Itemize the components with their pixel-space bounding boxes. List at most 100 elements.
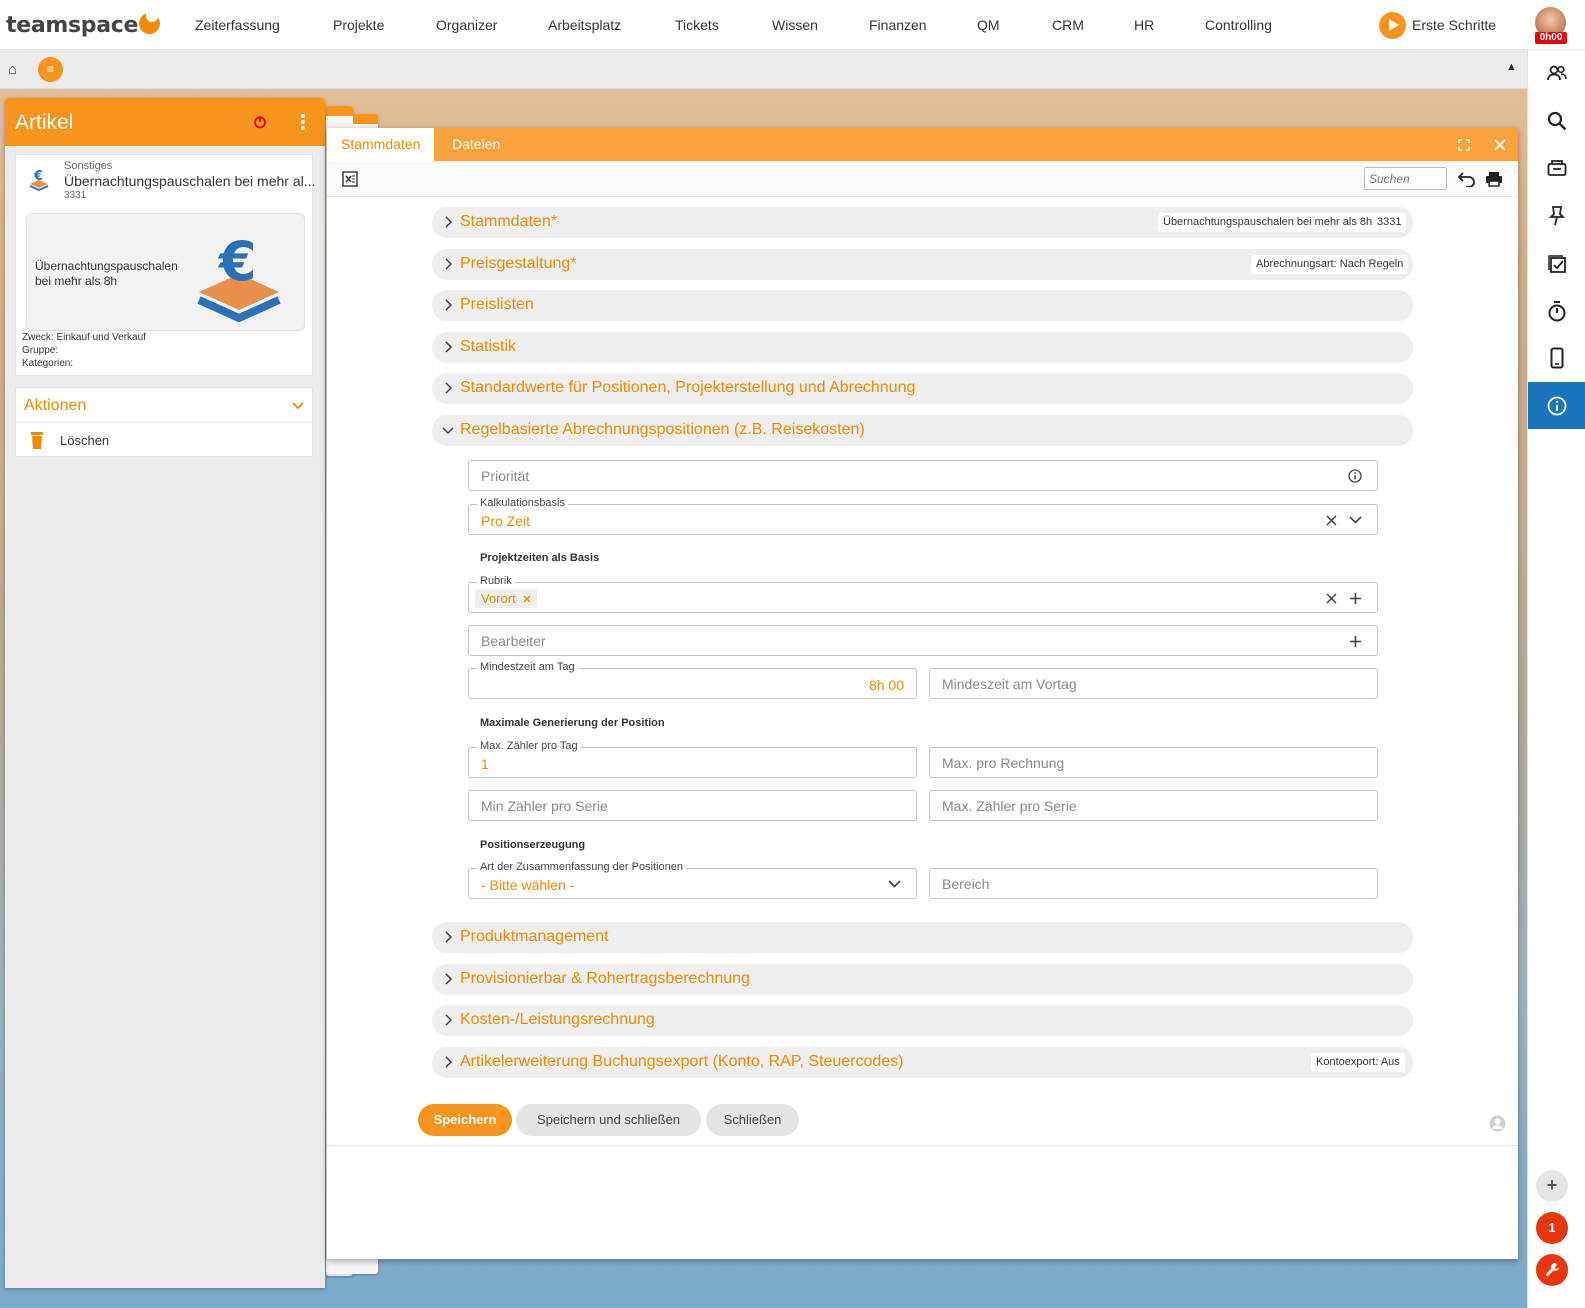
info-icon[interactable]	[1348, 469, 1362, 483]
save-button[interactable]: Speichern	[418, 1104, 512, 1136]
nav-crm[interactable]: CRM	[1052, 17, 1084, 33]
bearbeiter-field[interactable]: Bearbeiter	[468, 625, 1378, 656]
time-tracking-badge[interactable]: 0h00	[1535, 32, 1567, 44]
zusammenfassung-label: Art der Zusammenfassung der Positionen	[477, 861, 686, 873]
section-preisgestaltung[interactable]: Preisgestaltung* Abrechnungsart: Nach Re…	[432, 249, 1413, 280]
mindestzeit-field[interactable]: Mindestzeit am Tag 8h 00	[468, 661, 917, 699]
nav-tickets[interactable]: Tickets	[675, 17, 719, 33]
euro-stack-icon: €	[197, 230, 281, 322]
chevron-down-icon[interactable]	[888, 880, 901, 888]
power-icon[interactable]	[253, 115, 267, 129]
more-vertical-icon[interactable]	[300, 113, 306, 131]
undo-icon[interactable]	[1458, 171, 1476, 187]
house-icon[interactable]: ⌂	[8, 61, 17, 78]
max-zaehler-serie-field[interactable]: Max. Zähler pro Serie	[929, 790, 1378, 821]
kalkulationsbasis-select[interactable]: Kalkulationsbasis Pro Zeit	[468, 497, 1378, 535]
add-widget-icon[interactable]: +	[1536, 1170, 1568, 1202]
min-zaehler-serie-field[interactable]: Min Zähler pro Serie	[468, 790, 917, 821]
rubrik-chip[interactable]: Vorort	[475, 589, 537, 608]
tab-stammdaten[interactable]: Stammdaten	[327, 128, 435, 161]
max-zaehler-tag-field[interactable]: Max. Zähler pro Tag 1	[468, 740, 917, 778]
prioritaet-field[interactable]: Priorität	[468, 460, 1378, 491]
search-icon[interactable]	[1528, 103, 1585, 139]
section-stammdaten[interactable]: Stammdaten* Übernachtungspauschalen bei …	[432, 207, 1413, 238]
inbox-icon[interactable]	[1528, 150, 1585, 186]
nav-projekte[interactable]: Projekte	[333, 17, 384, 33]
bereich-placeholder: Bereich	[942, 876, 990, 892]
rubrik-field[interactable]: Rubrik Vorort	[468, 575, 1378, 613]
section-title: Standardwerte für Positionen, Projekters…	[460, 379, 916, 396]
nav-qm[interactable]: QM	[977, 17, 1000, 33]
triangle-up-icon[interactable]: ▲	[1506, 61, 1517, 73]
top-navigation-bar: teamspace Zeiterfassung Projekte Organiz…	[0, 0, 1585, 50]
dialog-search-input[interactable]	[1364, 167, 1447, 190]
rubrik-chip-label: Vorort	[481, 591, 516, 606]
rubrik-label: Rubrik	[477, 575, 515, 587]
article-zweck: Zweck: Einkauf und Verkauf	[22, 332, 146, 343]
checklist-icon[interactable]	[1528, 246, 1585, 282]
preview-text-line-1: Übernachtungspauschalen	[35, 259, 178, 273]
nav-wissen[interactable]: Wissen	[772, 17, 818, 33]
max-zaehler-tag-label: Max. Zähler pro Tag	[477, 740, 581, 752]
article-summary-card[interactable]: € Sonstiges Übernachtungspauschalen bei …	[15, 154, 315, 376]
brand-logo[interactable]: teamspace	[6, 13, 138, 38]
section-title: Kosten-/Leistungsrechnung	[460, 1011, 655, 1028]
stopwatch-icon[interactable]	[1528, 293, 1585, 329]
users-icon[interactable]	[1528, 55, 1585, 91]
clear-icon[interactable]	[1326, 515, 1337, 526]
chevron-down-icon[interactable]	[292, 402, 304, 410]
excel-export-icon[interactable]	[342, 171, 358, 187]
chevron-right-icon	[445, 216, 453, 228]
max-pro-rechnung-field[interactable]: Max. pro Rechnung	[929, 747, 1378, 778]
section-buchungsexport[interactable]: Artikelerweiterung Buchungsexport (Konto…	[432, 1047, 1413, 1078]
section-kosten-leistungsrechnung[interactable]: Kosten-/Leistungsrechnung	[432, 1005, 1413, 1036]
action-delete[interactable]: Löschen	[16, 424, 312, 456]
section-preislisten[interactable]: Preislisten	[432, 290, 1413, 321]
clear-icon[interactable]	[1326, 593, 1337, 604]
dialog-tabbar: Stammdaten Dateien	[327, 128, 1518, 161]
user-circle-icon[interactable]	[1489, 1115, 1506, 1132]
section-statistik[interactable]: Statistik	[432, 332, 1413, 363]
nav-controlling[interactable]: Controlling	[1205, 17, 1272, 33]
chevron-right-icon	[445, 931, 453, 943]
preview-text-line-2: bei mehr als 8h	[35, 274, 118, 288]
print-icon[interactable]	[1485, 171, 1503, 187]
nav-arbeitsplatz[interactable]: Arbeitsplatz	[548, 17, 621, 33]
plus-icon[interactable]	[1350, 636, 1361, 647]
positionserzeugung-heading: Positionserzeugung	[480, 839, 586, 851]
bereich-field[interactable]: Bereich	[929, 868, 1378, 899]
notification-count-badge[interactable]: 1	[1536, 1212, 1568, 1244]
trash-icon	[31, 432, 43, 449]
section-produktmanagement[interactable]: Produktmanagement	[432, 922, 1413, 953]
min-zaehler-serie-placeholder: Min Zähler pro Serie	[481, 798, 608, 814]
phone-icon[interactable]	[1528, 340, 1585, 376]
maximize-icon[interactable]	[1458, 139, 1470, 151]
pin-icon[interactable]	[1528, 198, 1585, 234]
nav-finanzen[interactable]: Finanzen	[869, 17, 927, 33]
erste-schritte-link[interactable]: Erste Schritte	[1412, 17, 1496, 33]
chip-remove-icon[interactable]	[523, 595, 531, 603]
tab-dateien[interactable]: Dateien	[438, 128, 514, 161]
play-icon[interactable]	[1379, 12, 1406, 39]
close-button[interactable]: Schließen	[706, 1104, 799, 1136]
section-standardwerte[interactable]: Standardwerte für Positionen, Projekters…	[432, 373, 1413, 404]
zusammenfassung-select[interactable]: Art der Zusammenfassung der Positionen -…	[468, 861, 917, 899]
close-icon[interactable]	[1494, 139, 1506, 151]
nav-zeiterfassung[interactable]: Zeiterfassung	[195, 17, 280, 33]
actions-title[interactable]: Aktionen	[24, 397, 86, 415]
article-category: Sonstiges	[64, 160, 113, 172]
wrench-icon[interactable]	[1536, 1254, 1568, 1286]
section-regelbasierte-abrechnung[interactable]: Regelbasierte Abrechnungspositionen (z.B…	[432, 415, 1413, 446]
save-and-close-button[interactable]: Speichern und schließen	[516, 1104, 701, 1136]
article-kategorien: Kategorien:	[22, 358, 74, 369]
chevron-right-icon	[445, 341, 453, 353]
plus-icon[interactable]	[1350, 593, 1361, 604]
chevron-down-icon[interactable]	[1349, 516, 1362, 524]
info-icon[interactable]	[1528, 388, 1585, 424]
section-provisionierbar[interactable]: Provisionierbar & Rohertragsberechnung	[432, 964, 1413, 995]
mindestzeit-vortag-field[interactable]: Mindeszeit am Vortag	[929, 668, 1378, 699]
menu-icon[interactable]: ≡	[38, 57, 63, 82]
nav-hr[interactable]: HR	[1134, 17, 1154, 33]
section-pill: Abrechnungsart: Nach Regeln	[1251, 255, 1409, 274]
nav-organizer[interactable]: Organizer	[436, 17, 497, 33]
